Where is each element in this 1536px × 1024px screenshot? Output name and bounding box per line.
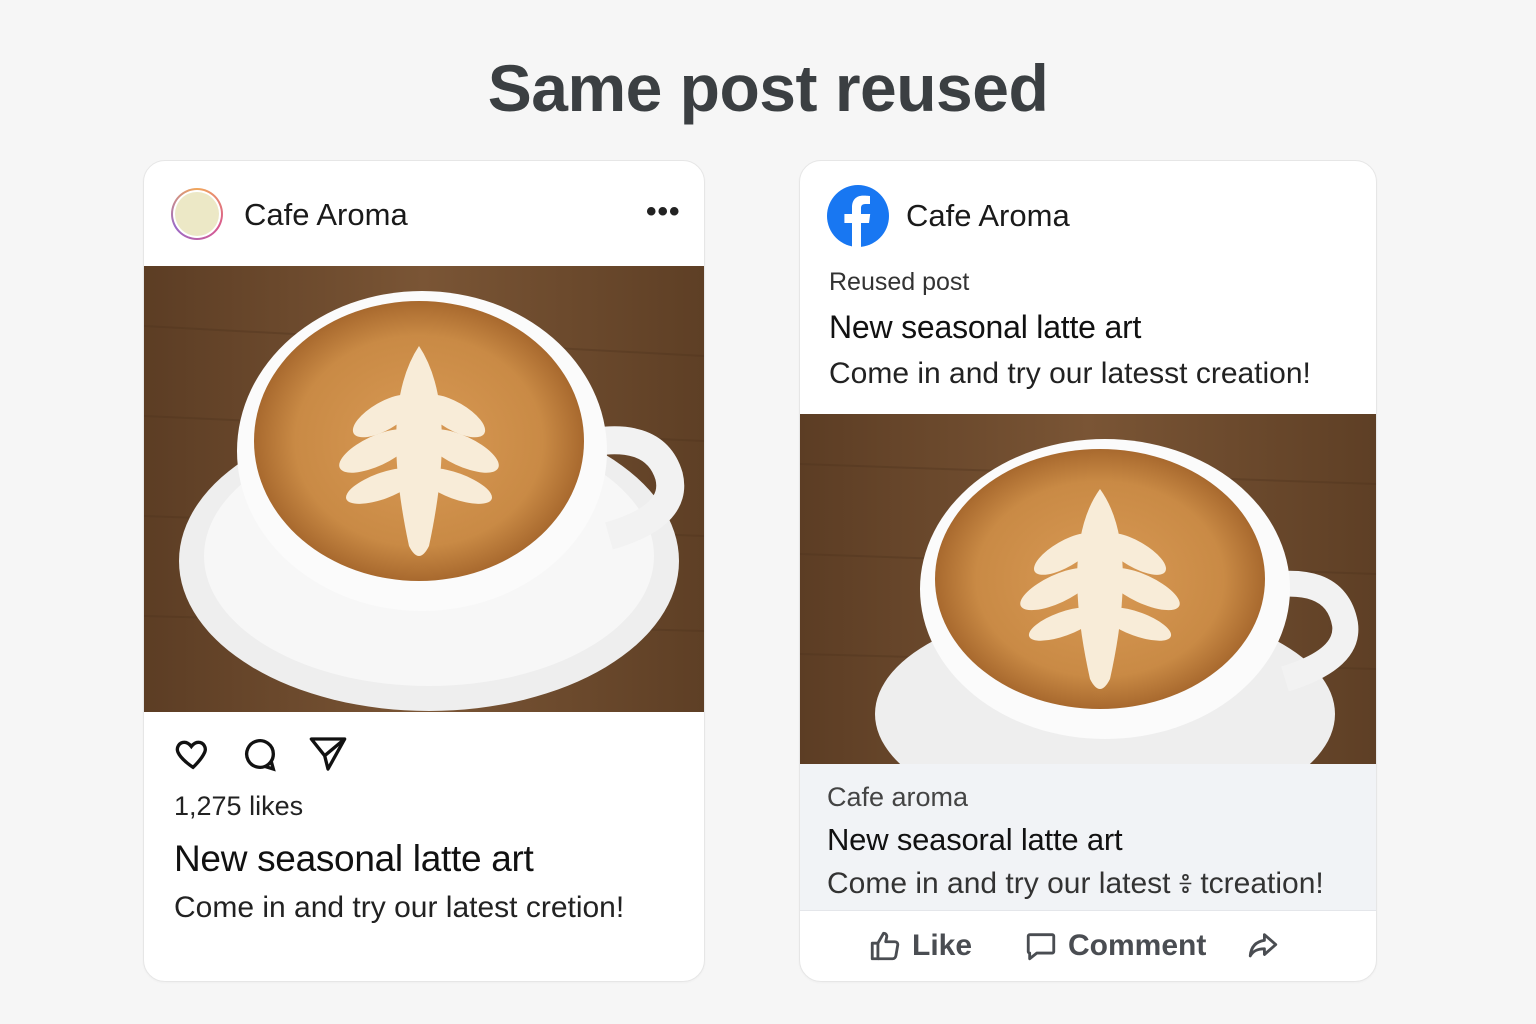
facebook-post-card: Cafe Aroma Reused post New seasonal latt… xyxy=(799,160,1377,982)
instagram-post-header: Cafe Aroma ••• xyxy=(144,161,704,266)
like-label: Like xyxy=(912,929,973,962)
account-name[interactable]: Cafe Aroma xyxy=(906,198,1070,234)
comment-button[interactable]: Comment xyxy=(1024,929,1206,963)
link-title: New seasoral latte art xyxy=(827,822,1123,857)
post-headline: New seasonal latte art xyxy=(829,309,1142,345)
more-options-icon[interactable]: ••• xyxy=(646,197,681,227)
account-name[interactable]: Cafe Aroma xyxy=(244,197,408,233)
link-preview[interactable]: Cafe aroma New seasoral latte art Come i… xyxy=(800,764,1376,910)
post-title: New seasonal latte art xyxy=(174,838,534,879)
comment-icon[interactable] xyxy=(240,734,280,779)
post-photo xyxy=(144,266,704,712)
comment-icon xyxy=(1026,933,1056,961)
heart-icon[interactable] xyxy=(172,734,214,779)
post-photo[interactable] xyxy=(800,414,1376,764)
post-caption: Come in and try our latest cretion! xyxy=(174,891,625,924)
link-source: Cafe aroma xyxy=(827,782,969,812)
page-title: Same post reused xyxy=(487,51,1049,125)
share-icon xyxy=(1248,933,1278,958)
thumbs-up-icon xyxy=(870,931,900,961)
post-actions xyxy=(172,734,371,774)
likes-count[interactable]: 1,275 likes xyxy=(174,791,303,822)
post-label: Reused post xyxy=(829,268,970,296)
send-icon[interactable] xyxy=(307,734,349,779)
post-text: Come in and try our latesst creation! xyxy=(829,357,1311,390)
link-description: Come in and try our latest ៖ tcreation! xyxy=(827,867,1324,900)
avatar[interactable] xyxy=(171,188,223,240)
instagram-post-card: Cafe Aroma ••• 1,275 likes New seasonal … xyxy=(143,160,705,982)
share-button[interactable] xyxy=(1246,929,1280,963)
facebook-logo-icon[interactable] xyxy=(827,185,889,247)
like-button[interactable]: Like xyxy=(868,929,972,963)
post-actions: Like Comment xyxy=(800,911,1376,981)
comment-label: Comment xyxy=(1068,929,1207,962)
